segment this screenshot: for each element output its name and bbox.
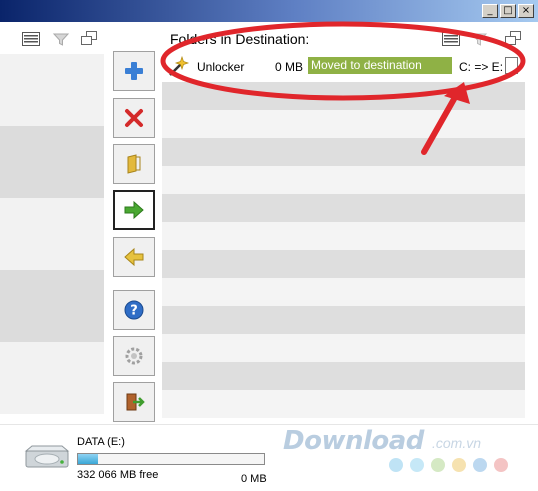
watermark-dot	[431, 458, 445, 472]
scrollbar[interactable]	[525, 54, 538, 424]
drive-usage-bar	[77, 453, 265, 465]
table-row[interactable]	[162, 390, 525, 418]
source-folder-list	[0, 54, 104, 414]
item-path: C: => E:	[459, 60, 504, 74]
add-button[interactable]	[113, 51, 155, 91]
watermark-suffix: .com.vn	[432, 435, 482, 451]
wand-icon	[169, 55, 190, 76]
drive-used-space: 0 MB	[241, 473, 267, 485]
exit-door-icon	[126, 393, 145, 411]
table-row[interactable]	[162, 306, 525, 334]
watermark-dot	[410, 458, 424, 472]
action-button-column: ?	[104, 22, 162, 424]
list-view-icon[interactable]	[442, 32, 460, 46]
item-name: Unlocker	[197, 60, 245, 74]
window-controls: _ □ ×	[482, 4, 534, 18]
watermark-dot	[473, 458, 487, 472]
exit-button[interactable]	[113, 382, 155, 422]
table-row[interactable]	[162, 194, 525, 222]
table-row[interactable]	[162, 222, 525, 250]
add-icon	[125, 62, 143, 80]
list-item[interactable]	[0, 54, 104, 126]
list-item[interactable]	[0, 270, 104, 342]
destination-folder-list: Unlocker 0 MB Moved to destination C: =>…	[162, 54, 525, 418]
svg-text:?: ?	[130, 304, 138, 319]
maximize-button[interactable]: □	[500, 4, 516, 18]
destination-folders-panel: Folders in Destination: Unlocker 0 MB Mo…	[162, 22, 538, 424]
copy-window-icon[interactable]	[504, 31, 522, 45]
watermark-dot	[494, 458, 508, 472]
source-toolbar	[0, 22, 104, 54]
table-row[interactable]	[162, 250, 525, 278]
filter-icon[interactable]	[52, 32, 70, 46]
watermark-dot	[389, 458, 403, 472]
copy-window-icon[interactable]	[80, 31, 98, 45]
item-size: 0 MB	[275, 60, 304, 74]
status-progress-bar: Moved to destination	[308, 57, 452, 74]
drive-label: DATA (E:)	[77, 436, 125, 448]
move-left-arrow-icon	[124, 247, 144, 267]
delete-button[interactable]	[113, 98, 155, 138]
window-titlebar: _ □ ×	[0, 0, 538, 22]
help-icon: ?	[124, 300, 144, 320]
table-row[interactable]	[162, 278, 525, 306]
watermark-dots	[389, 458, 508, 472]
close-button[interactable]: ×	[518, 4, 534, 18]
move-left-button[interactable]	[113, 237, 155, 277]
drive-usage-fill	[78, 454, 99, 464]
list-item[interactable]	[0, 126, 104, 198]
watermark-dot	[452, 458, 466, 472]
move-right-arrow-icon	[124, 200, 144, 220]
table-row[interactable]	[162, 166, 525, 194]
table-row[interactable]: Unlocker 0 MB Moved to destination C: =>…	[162, 54, 525, 82]
drive-free-space: 332 066 MB free	[77, 469, 159, 481]
table-row[interactable]	[162, 138, 525, 166]
table-row[interactable]	[162, 82, 525, 110]
list-item[interactable]	[0, 198, 104, 270]
table-row[interactable]	[162, 334, 525, 362]
folder-icon	[127, 154, 141, 174]
item-checkbox[interactable]	[505, 57, 518, 74]
source-folders-panel	[0, 22, 104, 424]
list-view-icon[interactable]	[22, 32, 40, 46]
minimize-button[interactable]: _	[482, 4, 498, 18]
destination-title: Folders in Destination:	[170, 31, 310, 47]
move-right-button[interactable]	[113, 190, 155, 230]
watermark-brand: Download	[283, 426, 424, 456]
hard-drive-icon	[24, 445, 70, 468]
filter-icon[interactable]	[470, 32, 488, 46]
settings-gear-icon	[125, 347, 143, 365]
help-button[interactable]: ?	[113, 290, 155, 330]
list-item[interactable]	[0, 342, 104, 414]
table-row[interactable]	[162, 362, 525, 390]
settings-button[interactable]	[113, 336, 155, 376]
delete-icon	[125, 109, 143, 127]
table-row[interactable]	[162, 110, 525, 138]
open-folder-button[interactable]	[113, 144, 155, 184]
